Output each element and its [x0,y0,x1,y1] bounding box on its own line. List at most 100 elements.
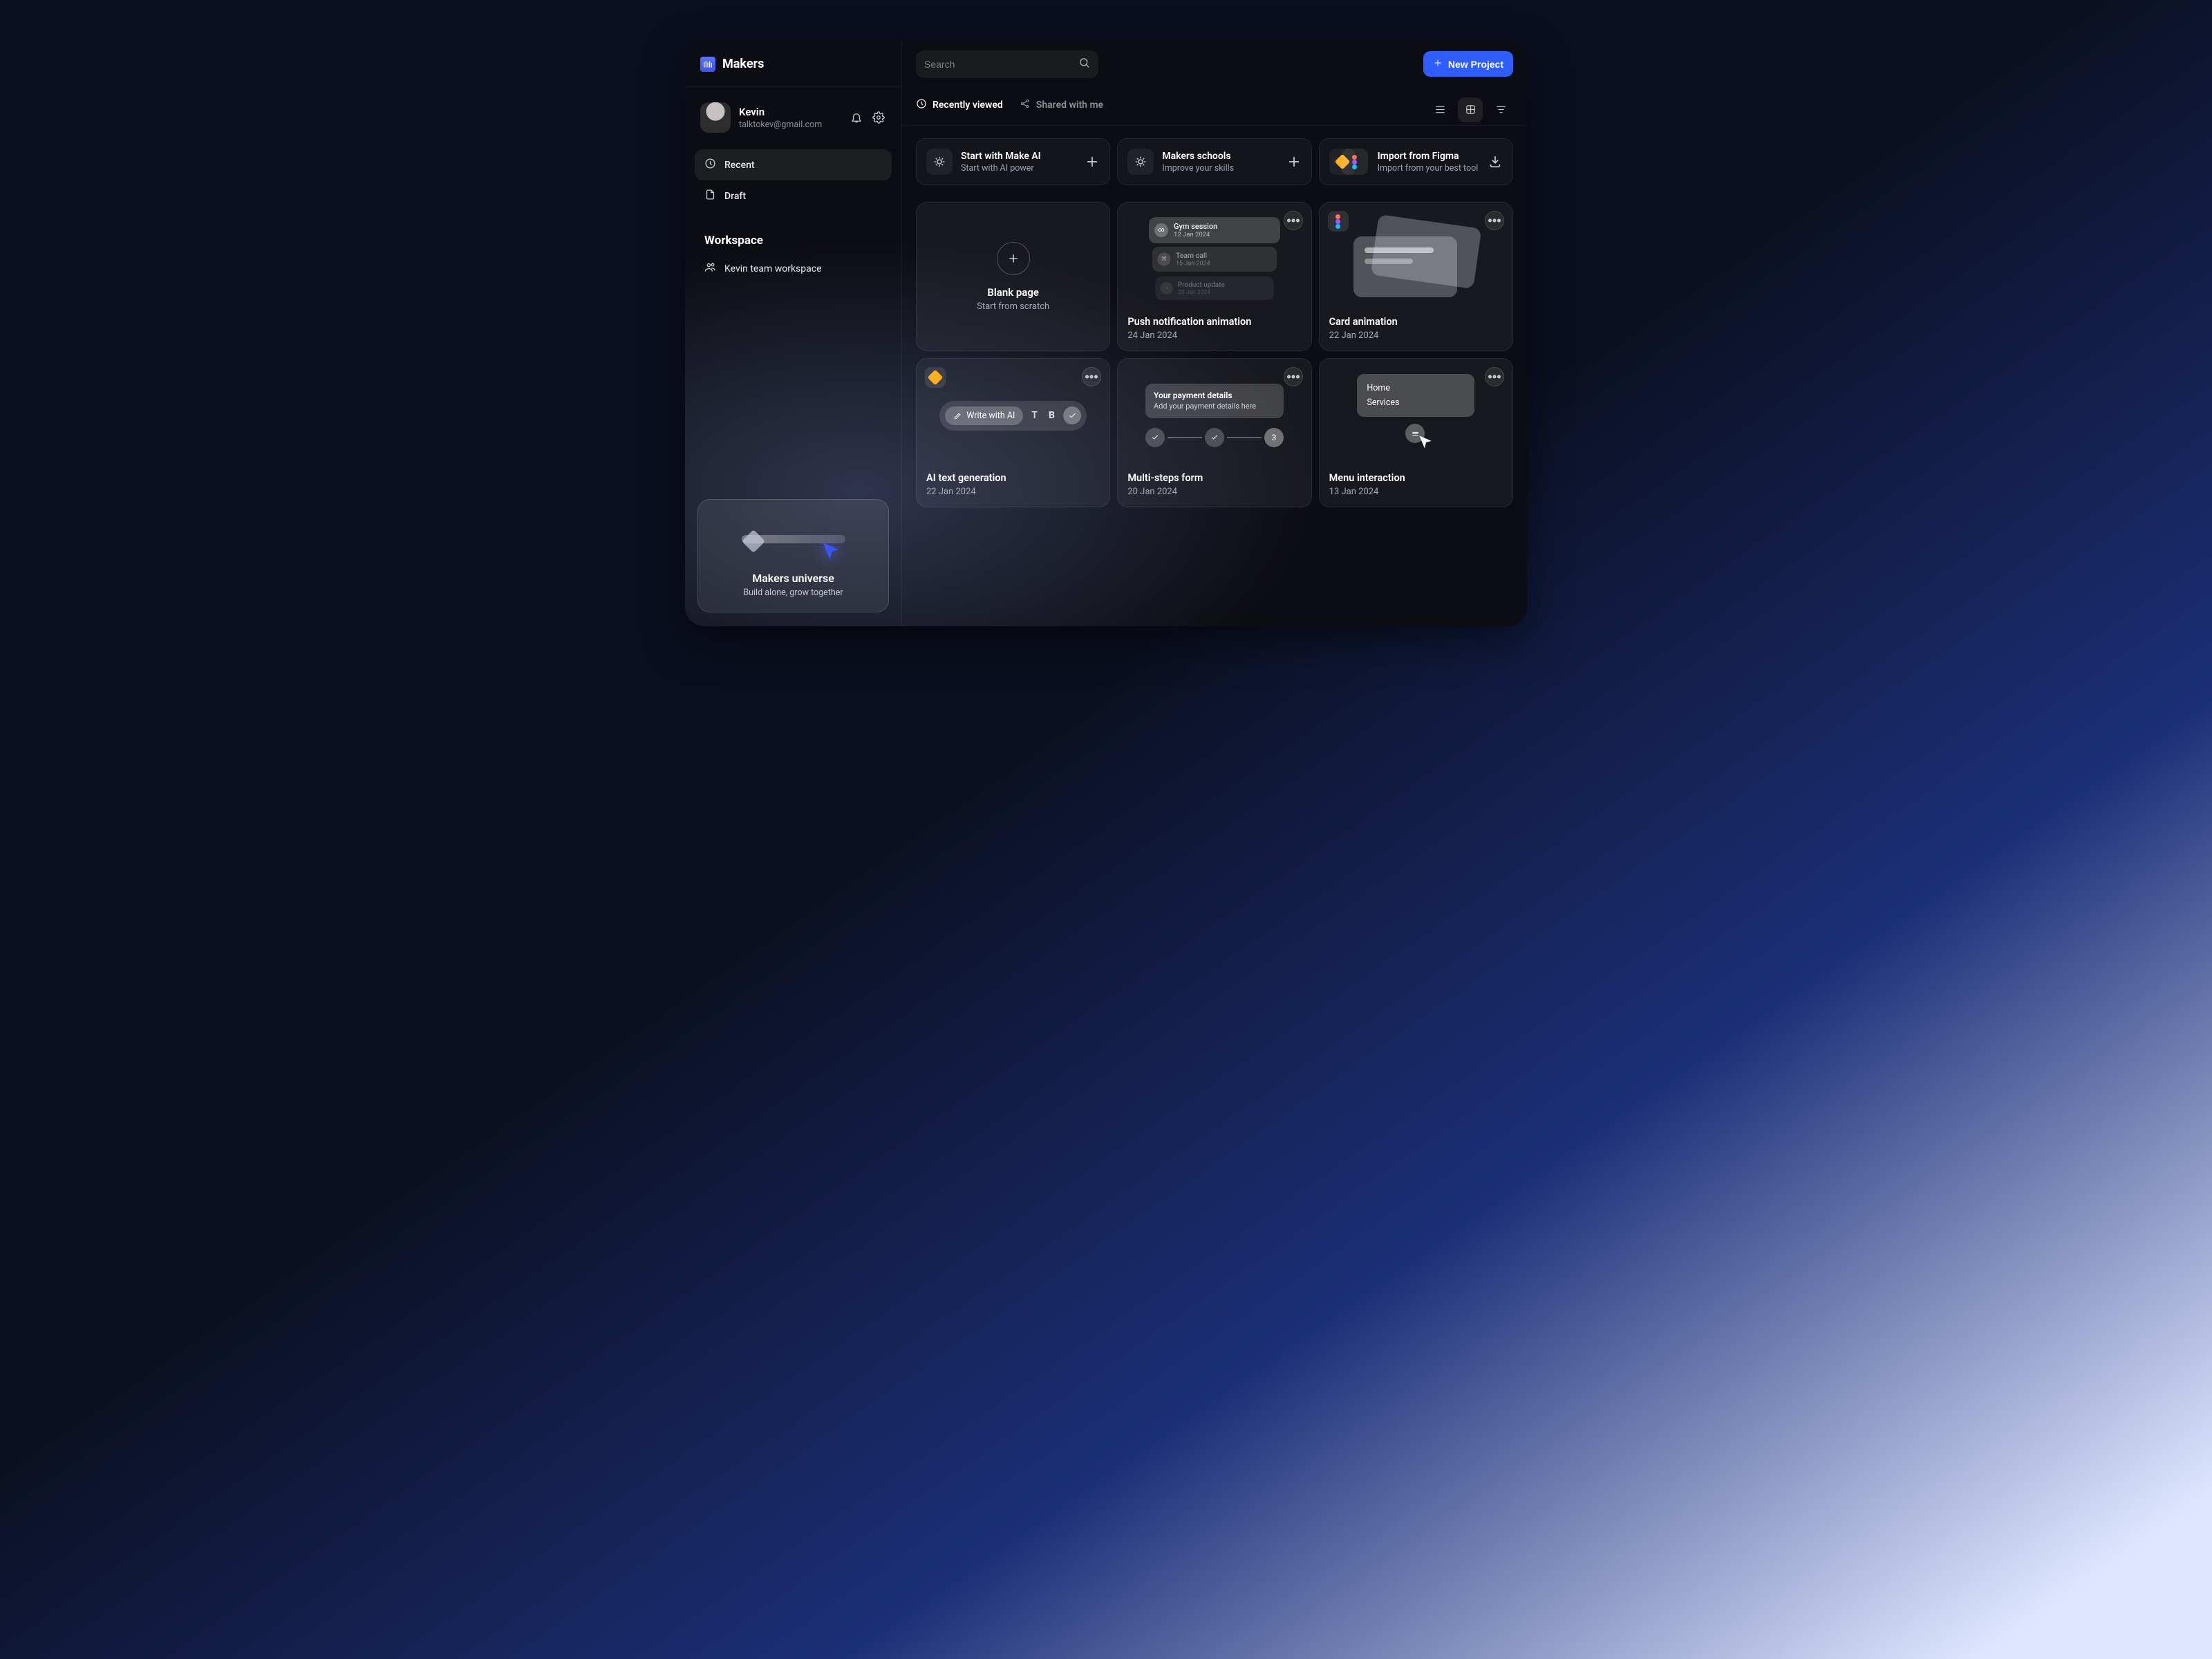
plus-icon[interactable] [1085,154,1100,169]
profile-name: Kevin [739,106,841,118]
plus-icon[interactable] [1286,154,1302,169]
school-icon [1127,149,1154,175]
view-toggles [1427,97,1513,122]
tabs-row: Recently viewed Shared with me [902,87,1527,126]
card-title: Menu interaction [1329,472,1503,484]
quick-title: Start with Make AI [961,151,1076,162]
blank-subtitle: Start from scratch [977,301,1049,312]
card-date: 22 Jan 2024 [926,487,1100,497]
tab-label: Shared with me [1036,100,1103,111]
plus-icon[interactable] [997,242,1030,275]
quick-subtitle: Start with AI power [961,163,1076,174]
ai-icon [926,149,953,175]
blank-title: Blank page [987,286,1039,299]
main: New Project Recently viewed Shared with … [902,41,1527,626]
new-project-label: New Project [1448,59,1503,70]
quick-start-ai[interactable]: Start with Make AI Start with AI power [916,138,1110,185]
bell-icon[interactable] [849,110,864,125]
brand-logo-icon [700,57,715,72]
projects-grid: Blank page Start from scratch ∞Gym sessi… [916,202,1513,507]
users-icon [704,261,716,276]
tab-recently-viewed[interactable]: Recently viewed [916,98,1003,122]
quick-schools[interactable]: Makers schools Improve your skills [1117,138,1311,185]
figma-icon [1342,149,1368,175]
project-card-push-notification[interactable]: ∞Gym session12 Jan 2024 ⌘Team call15 Jan… [1117,202,1311,351]
quick-title: Makers schools [1162,151,1277,162]
quick-title: Import from Figma [1378,151,1479,162]
sidebar-item-recent[interactable]: Recent [695,149,892,180]
brand: Makers [685,41,901,87]
tabs: Recently viewed Shared with me [916,98,1103,122]
card-date: 24 Jan 2024 [1127,330,1301,341]
check-icon [1205,428,1224,447]
file-icon [704,189,716,203]
project-card-menu-interaction[interactable]: Home Services Menu interaction 13 Jan 20… [1319,358,1513,507]
project-card-ai-text[interactable]: Write with AI T B AI text generation 22 … [916,358,1110,507]
search[interactable] [916,50,1098,78]
step-number: 3 [1264,428,1284,447]
profile-text: Kevin talktokev@gmail.com [739,106,841,130]
content: Start with Make AI Start with AI power M… [902,126,1527,520]
workspace-heading: Workspace [685,216,901,254]
tab-label: Recently viewed [932,100,1003,111]
tab-shared-with-me[interactable]: Shared with me [1020,98,1103,122]
sidebar-item-label: Recent [724,160,755,171]
filter-button[interactable] [1488,97,1513,122]
promo-illustration [711,512,876,566]
sidebar: Makers Kevin talktokev@gmail.com Recent [685,41,902,626]
clock-icon [704,158,716,172]
profile-actions [849,110,886,125]
project-card-card-animation[interactable]: Card animation 22 Jan 2024 [1319,202,1513,351]
search-input[interactable] [924,59,1071,70]
cursor-icon [1416,433,1434,454]
blank-page-card[interactable]: Blank page Start from scratch [916,202,1110,351]
avatar[interactable] [700,102,731,133]
promo-card[interactable]: Makers universe Build alone, grow togeth… [697,499,889,612]
card-date: 20 Jan 2024 [1127,487,1301,497]
profile: Kevin talktokev@gmail.com [685,87,901,145]
card-preview: Your payment details Add your payment de… [1127,368,1301,462]
promo-title: Makers universe [711,572,876,585]
gear-icon[interactable] [871,110,886,125]
list-view-button[interactable] [1427,97,1452,122]
project-card-multisteps[interactable]: Your payment details Add your payment de… [1117,358,1311,507]
card-preview: Write with AI T B [926,368,1100,462]
card-date: 13 Jan 2024 [1329,487,1503,497]
brand-name: Makers [722,57,764,71]
link-icon: ∞ [1154,223,1168,237]
topbar: New Project [902,41,1527,87]
card-title: Card animation [1329,316,1503,328]
check-icon [1145,428,1165,447]
quick-subtitle: Import from your best tool [1378,163,1479,174]
workspace-item[interactable]: Kevin team workspace [685,254,901,283]
clock-icon [916,98,927,112]
card-preview: Home Services [1329,368,1503,462]
sidebar-item-draft[interactable]: Draft [695,180,892,212]
card-preview [1329,212,1503,306]
promo-subtitle: Build alone, grow together [711,588,876,598]
card-preview: ∞Gym session12 Jan 2024 ⌘Team call15 Jan… [1127,212,1301,306]
tool-icons [1329,149,1356,175]
sidebar-item-label: Draft [724,191,746,202]
new-project-button[interactable]: New Project [1423,51,1513,77]
sidebar-nav: Recent Draft [685,145,901,216]
profile-email: talktokev@gmail.com [739,120,841,130]
card-title: AI text generation [926,472,1100,484]
quick-actions-row: Start with Make AI Start with AI power M… [916,138,1513,185]
card-date: 22 Jan 2024 [1329,330,1503,341]
app-window: Makers Kevin talktokev@gmail.com Recent [685,41,1527,626]
check-icon [1063,406,1081,424]
card-title: Multi-steps form [1127,472,1301,484]
grid-view-button[interactable] [1458,97,1483,122]
workspace-label: Kevin team workspace [724,263,822,274]
quick-import-figma[interactable]: Import from Figma Import from your best … [1319,138,1513,185]
users-icon: ⌘ [1157,253,1170,266]
cursor-icon [819,540,843,566]
bell-icon: ◔ [1161,282,1173,294]
quick-subtitle: Improve your skills [1162,163,1277,174]
download-icon[interactable] [1488,154,1503,169]
card-title: Push notification animation [1127,316,1301,328]
search-icon [1078,57,1090,71]
share-icon [1020,98,1031,112]
plus-icon [1433,58,1443,70]
